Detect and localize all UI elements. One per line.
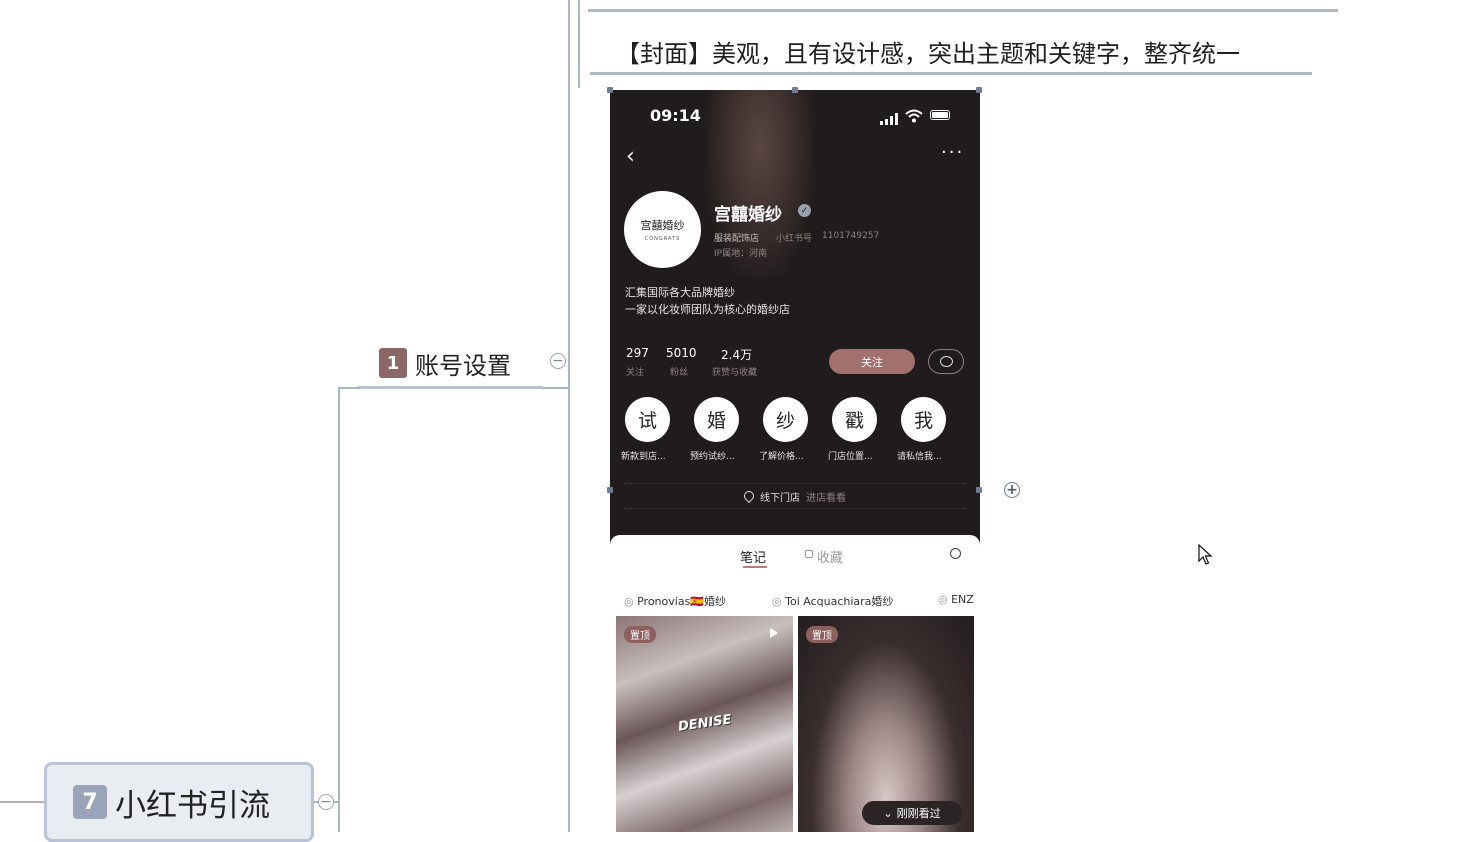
- avatar-title: 宫囍婚纱: [640, 219, 685, 232]
- topic-label: 小红书引流: [115, 787, 270, 824]
- topic-account-settings[interactable]: 1 账号设置: [379, 346, 511, 380]
- resize-handle[interactable]: [607, 87, 613, 93]
- signal-icon: [880, 110, 900, 129]
- connector-account-right: [543, 387, 569, 389]
- profile-category: 服装配饰店: [714, 234, 760, 244]
- profile-bio-line-1: 汇集国际各大品牌婚纱: [625, 286, 735, 299]
- play-icon: [770, 628, 778, 638]
- connector-cover-underline: [590, 72, 1312, 75]
- cover-note-text[interactable]: 【封面】美观，且有设计感，突出主题和关键字，整齐统一: [616, 34, 1240, 69]
- battery-icon: [930, 110, 950, 120]
- expand-image-button[interactable]: +: [1004, 482, 1020, 498]
- search-icon[interactable]: [950, 548, 961, 559]
- profile-id-value: 1101749257: [822, 231, 880, 241]
- tab-notes[interactable]: 笔记: [740, 547, 766, 566]
- verified-badge-icon: ✓: [798, 204, 811, 217]
- store-link: 进店看看: [806, 492, 846, 504]
- highlight-label: 新款到店...: [621, 452, 666, 462]
- profile-screenshot-image[interactable]: 09:14 ‹ ··· 宫囍婚纱 CONGRATS 宫囍婚纱 ✓ 服装配饰店 小…: [610, 90, 980, 832]
- collection-icon: ◎: [624, 595, 638, 608]
- profile-avatar[interactable]: 宫囍婚纱 CONGRATS: [624, 191, 701, 268]
- profile-name: 宫囍婚纱: [714, 205, 782, 225]
- chevron-down-icon: ⌄: [883, 806, 893, 820]
- back-arrow-icon[interactable]: ‹: [626, 144, 635, 169]
- collapse-traffic-button[interactable]: −: [318, 794, 334, 810]
- connector-left-stub: [0, 801, 44, 803]
- message-button[interactable]: [928, 349, 964, 374]
- more-options-icon[interactable]: ···: [941, 142, 964, 163]
- highlight-new-arrivals[interactable]: 试: [625, 397, 670, 442]
- post-overlay-text: DENISE: [677, 712, 733, 735]
- highlight-label: 了解价格...: [759, 452, 804, 462]
- connector-account-underline: [358, 386, 543, 389]
- connector-top-branch: [578, 0, 580, 88]
- collection-chip[interactable]: ◎ Toi Acquachiara婚纱: [772, 593, 893, 609]
- collection-icon: ◎: [938, 593, 952, 606]
- pinned-tag: 置顶: [806, 626, 838, 643]
- store-label: 线下门店: [760, 492, 800, 504]
- chat-bubble-icon: [939, 356, 953, 367]
- highlight-book-fitting[interactable]: 婚: [694, 397, 739, 442]
- notes-panel: 笔记 收藏 ◎ Pronovias🇪🇸婚纱 ◎ Toi Acquachiara婚…: [610, 535, 980, 832]
- topic-xiaohongshu-traffic[interactable]: 7 小红书引流: [44, 762, 314, 842]
- post-tile[interactable]: 置顶 DENISE: [616, 616, 793, 832]
- connector-cover-top-line: [588, 9, 1338, 12]
- profile-bio-line-2: 一家以化妆师团队为核心的婚纱店: [625, 303, 790, 316]
- resize-handle[interactable]: [976, 487, 982, 493]
- topic-number-badge: 7: [73, 785, 107, 819]
- resize-handle[interactable]: [792, 87, 798, 93]
- profile-id-label: 小红书号: [776, 234, 813, 244]
- follow-button[interactable]: 关注: [829, 349, 915, 374]
- highlight-label: 预约试纱...: [690, 452, 735, 462]
- connector-vertical-main: [338, 388, 340, 832]
- highlight-message-me[interactable]: 我: [901, 397, 946, 442]
- mouse-cursor-icon: [1198, 544, 1213, 565]
- connector-account-left: [338, 387, 360, 389]
- collection-chip[interactable]: ◎ Pronovias🇪🇸婚纱: [624, 593, 726, 609]
- stat-followers-label: 粉丝: [670, 368, 689, 378]
- pinned-tag: 置顶: [624, 626, 656, 643]
- recently-viewed-badge: ⌄ 刚刚看过: [862, 801, 962, 825]
- topic-number-badge: 1: [379, 348, 407, 378]
- stat-followers-value: 5010: [666, 346, 697, 360]
- stat-following-label: 关注: [626, 368, 645, 378]
- stat-likes-value: 2.4万: [721, 348, 753, 362]
- stat-likes-label: 获赞与收藏: [712, 368, 758, 378]
- wifi-icon: [905, 108, 923, 127]
- offline-store-bar[interactable]: 线下门店 进店看看: [624, 483, 966, 509]
- profile-ip-location: IP属地：河南: [714, 249, 768, 259]
- location-pin-icon: [741, 488, 757, 504]
- resize-handle[interactable]: [976, 87, 982, 93]
- avatar-subtitle: CONGRATS: [644, 236, 681, 242]
- connector-trunk: [568, 0, 570, 832]
- stat-following-value: 297: [626, 346, 649, 360]
- collection-chip[interactable]: ◎ ENZ: [938, 593, 974, 606]
- highlight-label: 门店位置...: [828, 452, 873, 462]
- highlight-store-location[interactable]: 戳: [832, 397, 877, 442]
- post-tile[interactable]: 置顶 ⌄ 刚刚看过: [798, 616, 974, 832]
- highlight-pricing[interactable]: 纱: [763, 397, 808, 442]
- topic-label: 账号设置: [415, 351, 511, 380]
- status-time: 09:14: [650, 106, 701, 125]
- tab-notes-underline: [743, 566, 767, 568]
- collapse-account-button[interactable]: −: [550, 353, 566, 369]
- lock-icon: [805, 550, 813, 558]
- collection-icon: ◎: [772, 595, 786, 608]
- resize-handle[interactable]: [607, 487, 613, 493]
- highlight-label: 请私信我...: [897, 452, 942, 462]
- tab-collections[interactable]: 收藏: [817, 547, 843, 566]
